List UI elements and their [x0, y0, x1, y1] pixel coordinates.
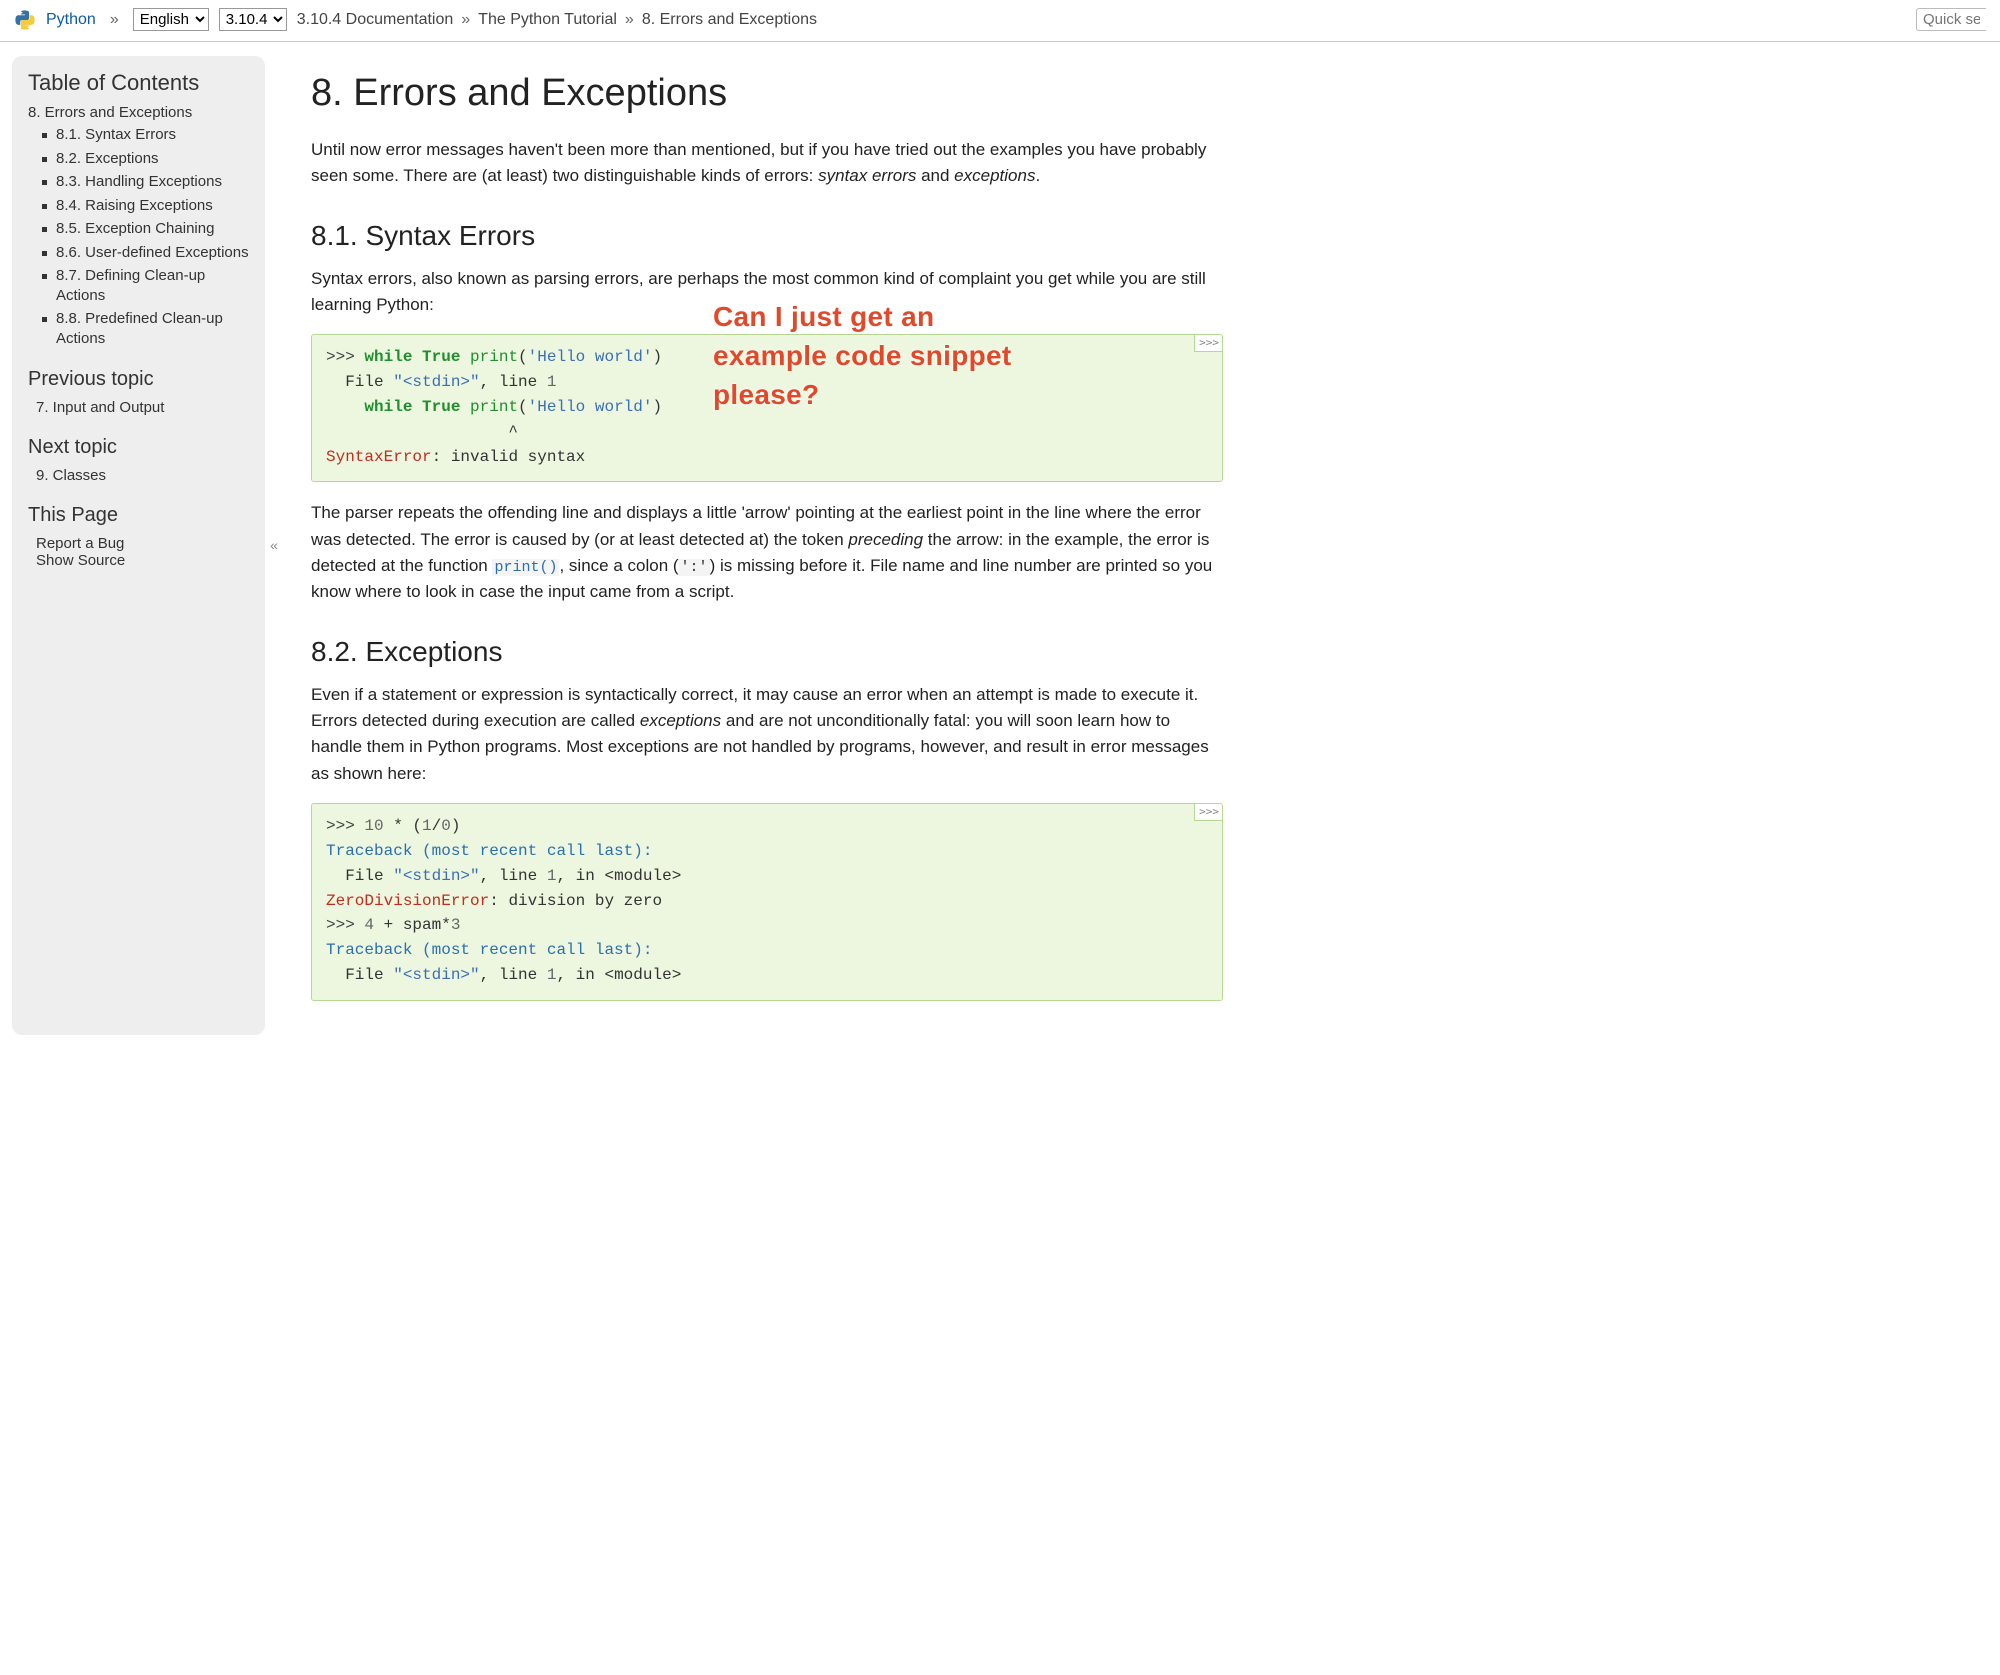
python-home-link[interactable]: Python [46, 11, 96, 29]
page-title: 8. Errors and Exceptions [311, 72, 1223, 115]
sidebar-collapse-button[interactable]: « [265, 42, 283, 1049]
prev-topic-link[interactable]: 7. Input and Output [36, 399, 249, 416]
toc-item[interactable]: 8.3. Handling Exceptions [56, 173, 222, 190]
code-example-exceptions: >>>>>> 10 * (1/0) Traceback (most recent… [311, 803, 1223, 1001]
python-logo-icon [14, 9, 36, 31]
toc-item[interactable]: 8.6. User-defined Exceptions [56, 244, 249, 261]
toc-item[interactable]: 8.2. Exceptions [56, 150, 159, 167]
breadcrumb-current: 8. Errors and Exceptions [642, 11, 817, 29]
breadcrumb-docroot[interactable]: 3.10.4 Documentation [297, 11, 454, 29]
top-nav-bar: Python » English 3.10.4 3.10.4 Documenta… [0, 0, 2000, 42]
exceptions-paragraph: Even if a statement or expression is syn… [311, 682, 1223, 787]
inline-code-print: print() [492, 559, 559, 576]
this-page-heading: This Page [28, 504, 249, 527]
section-heading-syntax-errors: 8.1. Syntax Errors [311, 220, 1223, 252]
language-select[interactable]: English [133, 8, 209, 31]
show-source-link[interactable]: Show Source [36, 552, 249, 569]
sidebar: Table of Contents 8. Errors and Exceptio… [12, 56, 265, 1035]
next-topic-link[interactable]: 9. Classes [36, 467, 249, 484]
toc-item[interactable]: 8.8. Predefined Clean-up Actions [56, 310, 223, 347]
breadcrumb: 3.10.4 Documentation » The Python Tutori… [297, 11, 1906, 29]
code-example-syntax-error: >>>>>> while True print('Hello world') F… [311, 334, 1223, 482]
syntax-errors-paragraph: Syntax errors, also known as parsing err… [311, 266, 1223, 319]
prev-topic-heading: Previous topic [28, 368, 249, 391]
next-topic-heading: Next topic [28, 436, 249, 459]
copy-prompt-button[interactable]: >>> [1194, 334, 1223, 352]
toc-item[interactable]: 8.4. Raising Exceptions [56, 197, 213, 214]
version-select[interactable]: 3.10.4 [219, 8, 287, 31]
report-bug-link[interactable]: Report a Bug [36, 535, 249, 552]
section-heading-exceptions: 8.2. Exceptions [311, 636, 1223, 668]
breadcrumb-sep: » [110, 11, 119, 29]
toc-item[interactable]: 8.5. Exception Chaining [56, 220, 214, 237]
inline-code-colon: ':' [679, 559, 710, 576]
toc-item[interactable]: 8.7. Defining Clean-up Actions [56, 267, 205, 304]
main-content: 8. Errors and Exceptions Until now error… [283, 42, 1263, 1049]
quick-search-input[interactable] [1916, 8, 1986, 31]
toc-item[interactable]: 8.1. Syntax Errors [56, 126, 176, 143]
toc-heading: Table of Contents [28, 70, 249, 96]
copy-prompt-button[interactable]: >>> [1194, 803, 1223, 821]
intro-paragraph: Until now error messages haven't been mo… [311, 137, 1223, 190]
toc-root-link[interactable]: 8. Errors and Exceptions [28, 104, 249, 121]
breadcrumb-tutorial[interactable]: The Python Tutorial [478, 11, 617, 29]
syntax-errors-paragraph-2: The parser repeats the offending line an… [311, 500, 1223, 605]
